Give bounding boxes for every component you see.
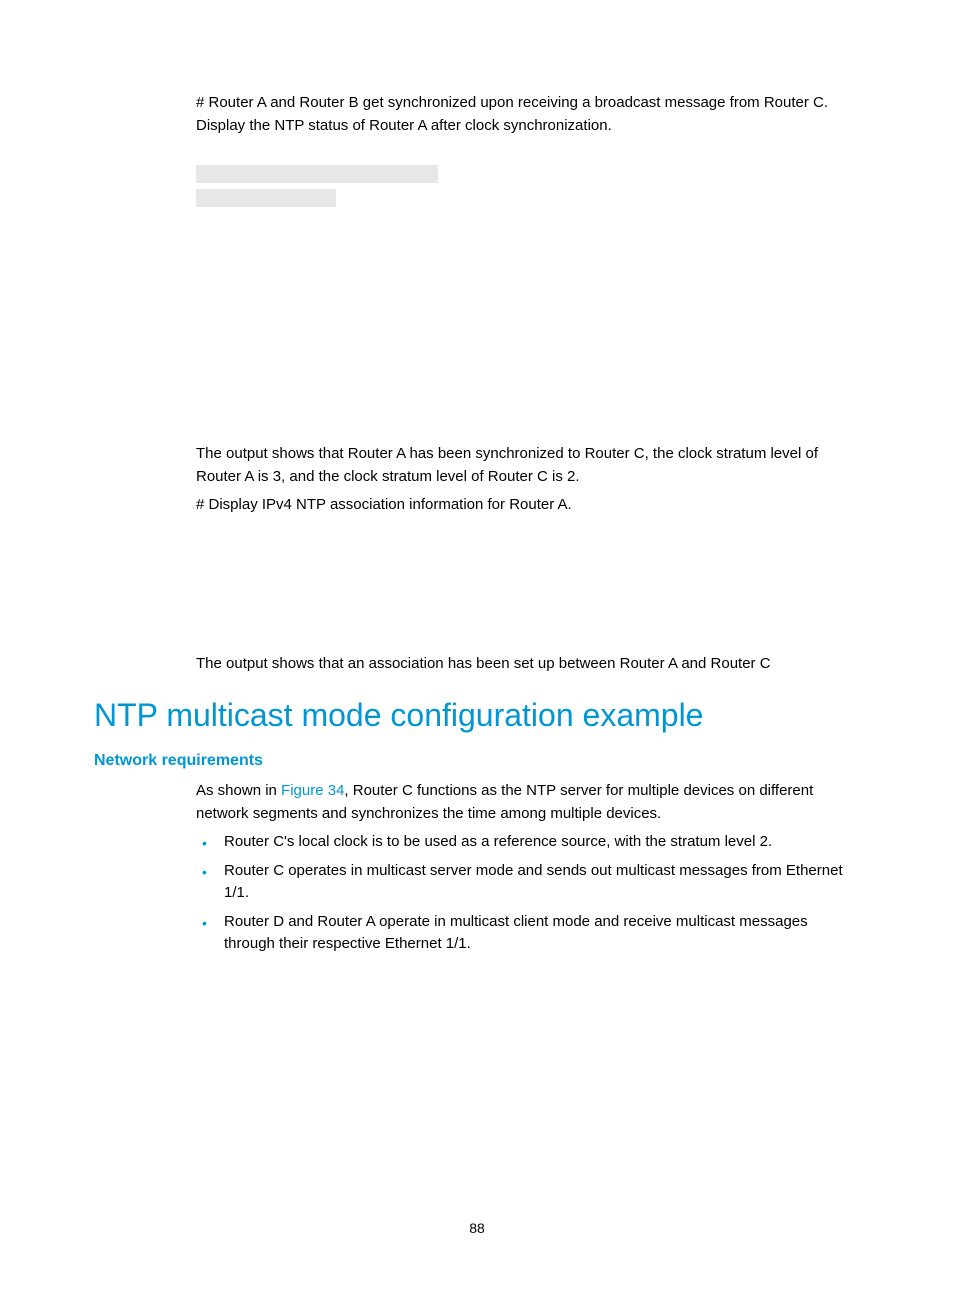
redacted-line xyxy=(196,189,336,207)
paragraph: # Display IPv4 NTP association informati… xyxy=(196,494,860,517)
sub-heading: Network requirements xyxy=(94,752,860,770)
list-item: Router C operates in multicast server mo… xyxy=(224,860,860,905)
figure-link[interactable]: Figure 34 xyxy=(281,782,344,799)
paragraph: The output shows that Router A has been … xyxy=(196,443,860,488)
list-item: Router D and Router A operate in multica… xyxy=(224,911,860,956)
redacted-line xyxy=(196,165,438,183)
output-gap xyxy=(94,213,860,443)
list-item: Router C's local clock is to be used as … xyxy=(224,831,860,854)
output-gap xyxy=(94,523,860,653)
paragraph: The output shows that an association has… xyxy=(196,653,860,676)
redacted-block xyxy=(196,165,860,207)
text: As shown in xyxy=(196,782,281,799)
paragraph: As shown in Figure 34, Router C function… xyxy=(196,780,860,825)
page-number: 88 xyxy=(0,1220,954,1236)
section-heading: NTP multicast mode configuration example xyxy=(94,697,860,734)
bullet-list: Router C's local clock is to be used as … xyxy=(94,831,860,956)
page: # Router A and Router B get synchronized… xyxy=(0,0,954,956)
paragraph: # Router A and Router B get synchronized… xyxy=(196,92,860,137)
